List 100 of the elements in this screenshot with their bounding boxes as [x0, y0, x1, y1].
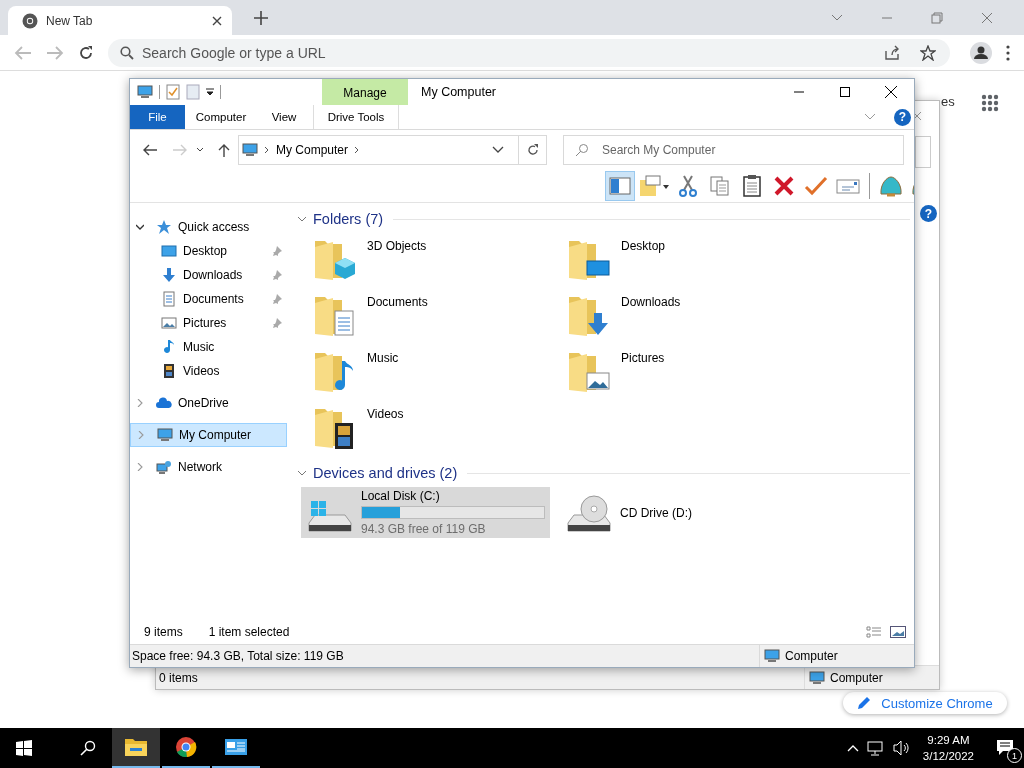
drive-item[interactable]: CD Drive (D:) — [560, 487, 809, 538]
chrome-icon — [175, 736, 197, 758]
notification-badge: 1 — [1007, 748, 1022, 763]
delete-icon — [772, 174, 796, 198]
search-icon — [120, 45, 134, 60]
chevron-up-icon[interactable] — [846, 744, 859, 752]
chevron-right-icon — [264, 146, 270, 154]
browser-tab[interactable]: New Tab — [8, 6, 232, 35]
folder-icon — [124, 737, 148, 757]
chevron-right-icon — [136, 463, 144, 471]
network-icon[interactable] — [866, 740, 885, 756]
scissors-icon — [676, 174, 700, 198]
ribbon-tab[interactable]: Drive Tools — [313, 105, 399, 129]
nav-item[interactable]: Documents — [130, 287, 287, 311]
computer-icon — [137, 84, 153, 100]
drive-item[interactable]: Local Disk (C:) 94.3 GB free of 119 GB — [301, 487, 550, 538]
status-text: Space free: 94.3 GB, Total size: 119 GB — [132, 649, 344, 663]
clock[interactable]: 9:29 AM 3/12/2022 — [922, 732, 974, 764]
volume-icon[interactable] — [892, 740, 911, 756]
group-heading[interactable]: Devices and drives (2) — [313, 465, 458, 481]
nav-item[interactable]: Quick access — [130, 215, 287, 239]
notification-icon[interactable] — [996, 739, 1016, 757]
tab-title: New Tab — [46, 13, 94, 28]
nav-item[interactable]: Network — [130, 455, 287, 479]
folder-item[interactable]: Music — [311, 343, 565, 399]
help-icon[interactable]: ? — [920, 205, 937, 222]
search-icon[interactable] — [80, 740, 96, 756]
chevron-down-icon[interactable] — [297, 215, 307, 223]
breadcrumb-item[interactable]: My Computer — [276, 143, 349, 157]
reload-icon[interactable] — [78, 44, 94, 61]
copy-icon — [708, 174, 732, 198]
nav-item[interactable]: Music — [130, 335, 287, 359]
pictures-icon — [161, 315, 177, 331]
address-bar[interactable]: My Computer — [238, 135, 547, 165]
music-icon — [161, 339, 177, 355]
star-icon[interactable] — [920, 44, 936, 61]
network-icon — [156, 459, 172, 475]
refresh-icon[interactable] — [525, 143, 540, 157]
chevron-down-icon[interactable] — [492, 146, 504, 154]
windows-logo-icon[interactable] — [16, 740, 32, 756]
location-label: Computer — [785, 649, 838, 663]
search-field[interactable]: Search My Computer — [563, 135, 904, 165]
chevron-right-icon[interactable] — [354, 146, 361, 154]
folder-item[interactable]: Desktop — [565, 231, 819, 287]
maximize-icon — [840, 87, 850, 97]
nav-item[interactable]: OneDrive — [130, 391, 287, 415]
cloud-icon — [156, 395, 172, 411]
dropdown-icon[interactable] — [206, 88, 214, 96]
computer-icon — [242, 142, 258, 158]
chevron-right-icon — [137, 431, 145, 439]
address-field[interactable]: Search Google or type a URL — [108, 38, 950, 67]
customize-button[interactable]: Customize Chrome — [843, 692, 1007, 714]
folder-item[interactable]: Documents — [311, 287, 565, 343]
taskbar-app[interactable] — [112, 728, 160, 768]
location-label: Computer — [830, 670, 883, 685]
folder-item[interactable]: Downloads — [565, 287, 819, 343]
properties-icon[interactable] — [166, 84, 180, 100]
checkmark-icon — [804, 174, 828, 198]
ribbon-tab[interactable]: View — [257, 105, 311, 129]
nav-item[interactable]: Pictures — [130, 311, 287, 335]
app-window-icon — [224, 737, 248, 757]
pencil-icon — [857, 696, 872, 710]
chevron-down-icon[interactable] — [297, 469, 307, 477]
menu-icon[interactable] — [1006, 44, 1010, 61]
ribbon-tab[interactable]: Computer — [185, 105, 257, 129]
computer-icon — [764, 648, 780, 664]
computer-icon — [157, 427, 173, 443]
new-folder-icon — [637, 174, 671, 198]
nav-item[interactable]: Videos — [130, 359, 287, 383]
profile-icon[interactable] — [970, 41, 992, 64]
toolbar-button[interactable] — [605, 171, 635, 201]
shortcut-label[interactable]: es — [941, 94, 955, 109]
up-arrow-icon[interactable] — [218, 143, 230, 157]
chevron-right-icon — [136, 399, 144, 407]
chevron-down-icon[interactable] — [196, 147, 204, 153]
group-heading[interactable]: Folders (7) — [313, 211, 384, 227]
folder-item[interactable]: 3D Objects — [311, 231, 565, 287]
star-icon — [156, 219, 172, 235]
search-field[interactable] — [915, 136, 931, 168]
folder-item[interactable]: Videos — [311, 399, 565, 455]
folder-item[interactable]: Pictures — [565, 343, 819, 399]
selection-count: 1 item selected — [208, 625, 290, 639]
contextual-group-label: Manage — [322, 79, 408, 105]
search-icon — [575, 143, 589, 157]
nav-item[interactable]: Desktop — [130, 239, 287, 263]
apps-grid-icon[interactable] — [981, 94, 999, 112]
share-icon[interactable] — [884, 44, 900, 61]
chevron-down-icon — [136, 223, 144, 231]
back-icon[interactable] — [142, 143, 158, 157]
status-text: 0 items — [159, 670, 198, 685]
downloads-icon — [161, 267, 177, 283]
item-count: 9 items — [144, 625, 183, 639]
videos-icon — [161, 363, 177, 379]
ribbon-tab[interactable]: File — [130, 105, 185, 129]
nav-item[interactable]: My Computer — [130, 423, 287, 447]
computer-icon — [809, 669, 825, 686]
large-icons-view-icon[interactable] — [890, 626, 906, 638]
nav-item[interactable]: Downloads — [130, 263, 287, 287]
new-tab-icon[interactable] — [254, 10, 268, 25]
help-icon[interactable]: ? — [894, 108, 911, 126]
